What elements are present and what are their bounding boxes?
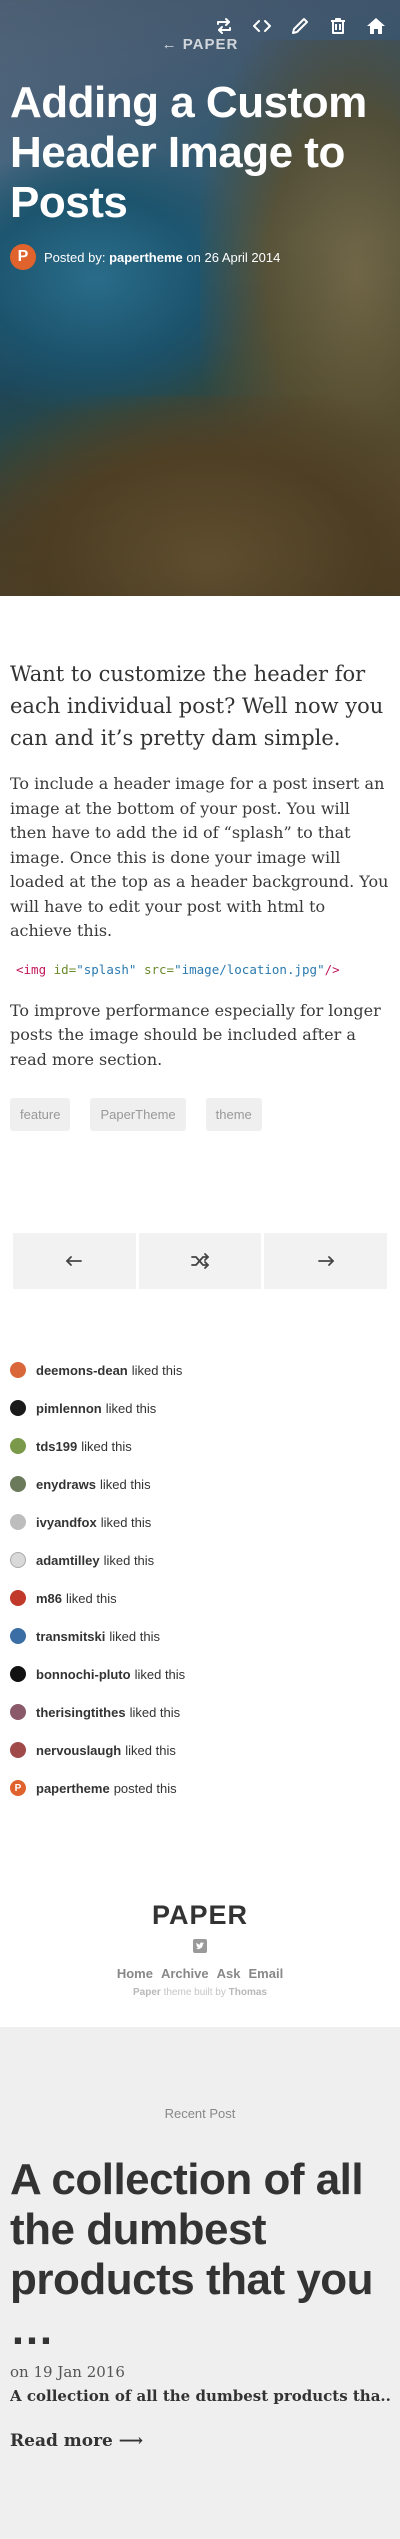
post-notes: deemons-dean liked this pimlennon liked th… [0, 1351, 400, 1807]
shuffle-icon [191, 1253, 209, 1269]
note-user-link[interactable]: adamtilley [36, 1553, 100, 1568]
avatar[interactable] [10, 1362, 26, 1378]
previous-post-button[interactable] [13, 1233, 136, 1289]
note-item: adamtilley liked this [10, 1541, 400, 1579]
footer-link-ask[interactable]: Ask [217, 1966, 241, 1981]
note-item: ivyandfox liked this [10, 1503, 400, 1541]
note-item: therisingtithes liked this [10, 1693, 400, 1731]
avatar[interactable] [10, 1514, 26, 1530]
note-user-link[interactable]: nervouslaugh [36, 1743, 121, 1758]
author-credit-link[interactable]: Thomas [229, 1987, 267, 1998]
next-post-button[interactable] [264, 1233, 388, 1289]
recent-post-section: Recent Post A collection of all the dumb… [0, 2027, 400, 2539]
back-to-blog-link[interactable]: ← PAPER [0, 36, 400, 53]
post-lead: Want to customize the header for each in… [10, 662, 384, 750]
footer-link-email[interactable]: Email [249, 1966, 284, 1981]
note-user-link[interactable]: deemons-dean [36, 1363, 128, 1378]
tag-link[interactable]: PaperTheme [90, 1098, 186, 1131]
note-user-link[interactable]: therisingtithes [36, 1705, 126, 1720]
code-snippet: <img id="splash" src="image/location.jpg… [16, 961, 340, 977]
site-footer: PAPER Home Archive Ask Email Paper theme… [0, 1900, 400, 1998]
footer-link-archive[interactable]: Archive [161, 1966, 209, 1981]
footer-credit: Paper theme built by Thomas [133, 1987, 267, 1998]
post-byline: P Posted by: papertheme on 26 April 2014 [10, 244, 280, 270]
avatar[interactable] [10, 1704, 26, 1720]
author-avatar[interactable]: P [10, 244, 36, 270]
note-user-link[interactable]: enydraws [36, 1477, 96, 1492]
note-item: nervouslaugh liked this [10, 1731, 400, 1769]
post-paragraph: To improve performance especially for lo… [10, 1000, 381, 1069]
avatar[interactable] [10, 1628, 26, 1644]
byline-text: Posted by: papertheme on 26 April 2014 [44, 249, 281, 265]
recent-post-title[interactable]: A collection of all the dumbest products… [10, 2155, 390, 2355]
next-arrow-icon [317, 1256, 334, 1266]
author-link[interactable]: papertheme [109, 250, 183, 265]
note-user-link[interactable]: tds199 [36, 1439, 77, 1454]
note-item: pimlennon liked this [10, 1389, 400, 1427]
avatar[interactable] [10, 1590, 26, 1606]
footer-nav: Home Archive Ask Email [0, 1966, 400, 1981]
note-item: m86 liked this [10, 1579, 400, 1617]
avatar[interactable] [10, 1552, 26, 1568]
avatar[interactable] [10, 1742, 26, 1758]
note-item: enydraws liked this [10, 1465, 400, 1503]
recent-post-summary: A collection of all the dumbest products… [10, 2387, 390, 2405]
tag-link[interactable]: theme [205, 1098, 262, 1131]
avatar[interactable] [10, 1476, 26, 1492]
note-user-link[interactable]: ivyandfox [36, 1515, 97, 1530]
avatar[interactable] [10, 1666, 26, 1682]
note-item: transmitski liked this [10, 1617, 400, 1655]
note-user-link[interactable]: m86 [36, 1591, 62, 1606]
note-user-link[interactable]: papertheme [36, 1781, 110, 1796]
footer-link-home[interactable]: Home [117, 1966, 153, 1981]
post-tags: feature PaperTheme theme [10, 1098, 390, 1131]
footer-brand[interactable]: PAPER [0, 1900, 400, 1931]
post-date: on 26 April 2014 [186, 249, 281, 265]
note-item: bonnochi-pluto liked this [10, 1655, 400, 1693]
note-user-link[interactable]: pimlennon [36, 1401, 102, 1416]
note-user-link[interactable]: bonnochi-pluto [36, 1667, 131, 1682]
note-item: Ppapertheme posted this [10, 1769, 400, 1807]
note-item: deemons-dean liked this [10, 1351, 400, 1389]
theme-credit-link[interactable]: Paper [133, 1987, 161, 1998]
note-item: tds199 liked this [10, 1427, 400, 1465]
prev-arrow-icon [66, 1256, 83, 1266]
post-paragraph: To include a header image for a post ins… [10, 774, 389, 940]
post-title: Adding a Custom Header Image to Posts [10, 78, 367, 227]
post-body: Want to customize the header for each in… [0, 596, 400, 1131]
avatar[interactable]: P [10, 1780, 26, 1796]
post-pagination [13, 1233, 388, 1289]
avatar[interactable] [10, 1400, 26, 1416]
recent-post-label: Recent Post [164, 2106, 236, 2121]
recent-post-date: on 19 Jan 2016 [10, 2363, 125, 2381]
tag-link[interactable]: feature [10, 1098, 71, 1131]
post-header: ← PAPER Adding a Custom Header Image to … [0, 0, 400, 596]
read-more-link[interactable]: Read more ⟶ [10, 2431, 143, 2451]
twitter-icon[interactable] [193, 1939, 207, 1953]
random-post-button[interactable] [138, 1233, 262, 1289]
avatar[interactable] [10, 1438, 26, 1454]
note-user-link[interactable]: transmitski [36, 1629, 105, 1644]
